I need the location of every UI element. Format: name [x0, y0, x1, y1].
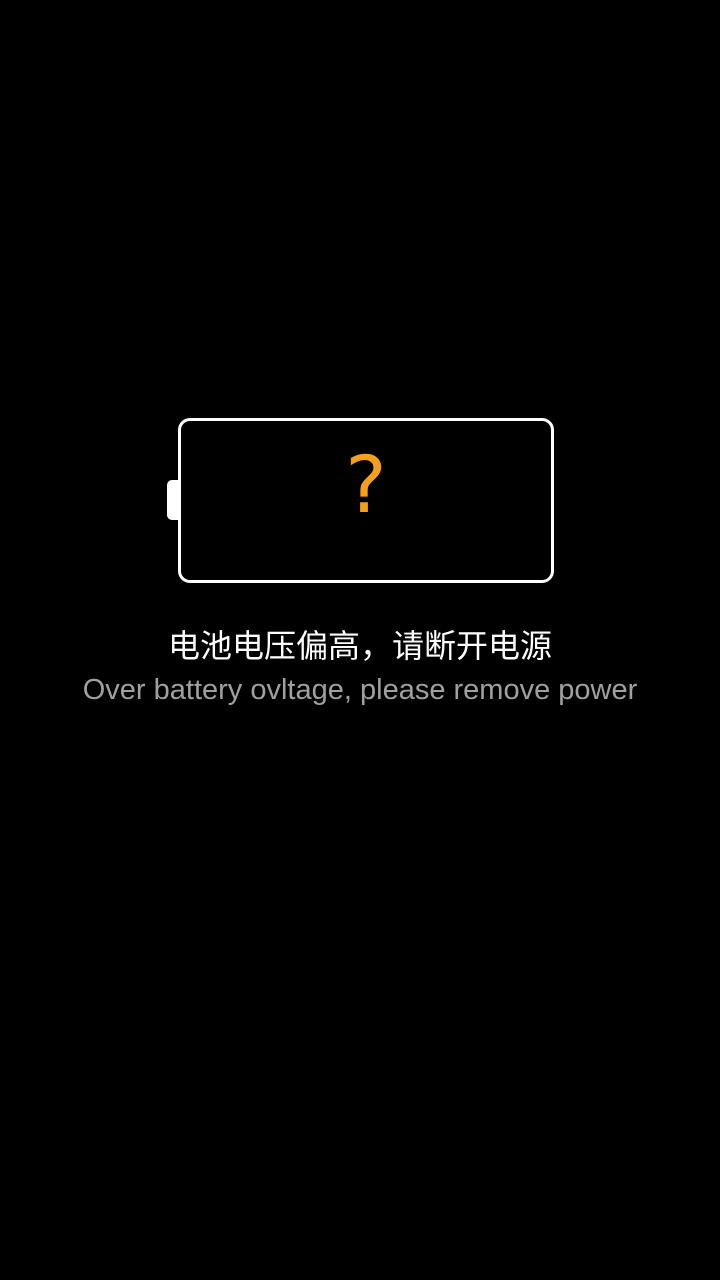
question-mark-icon: ?: [345, 441, 387, 531]
battery-unknown-icon: ?: [178, 418, 554, 583]
charging-error-screen: ? 电池电压偏高，请断开电源 Over battery ovltage, ple…: [0, 0, 720, 1280]
warning-message-chinese: 电池电压偏高，请断开电源: [167, 627, 552, 665]
warning-message-english: Over battery ovltage, please remove powe…: [82, 674, 638, 706]
